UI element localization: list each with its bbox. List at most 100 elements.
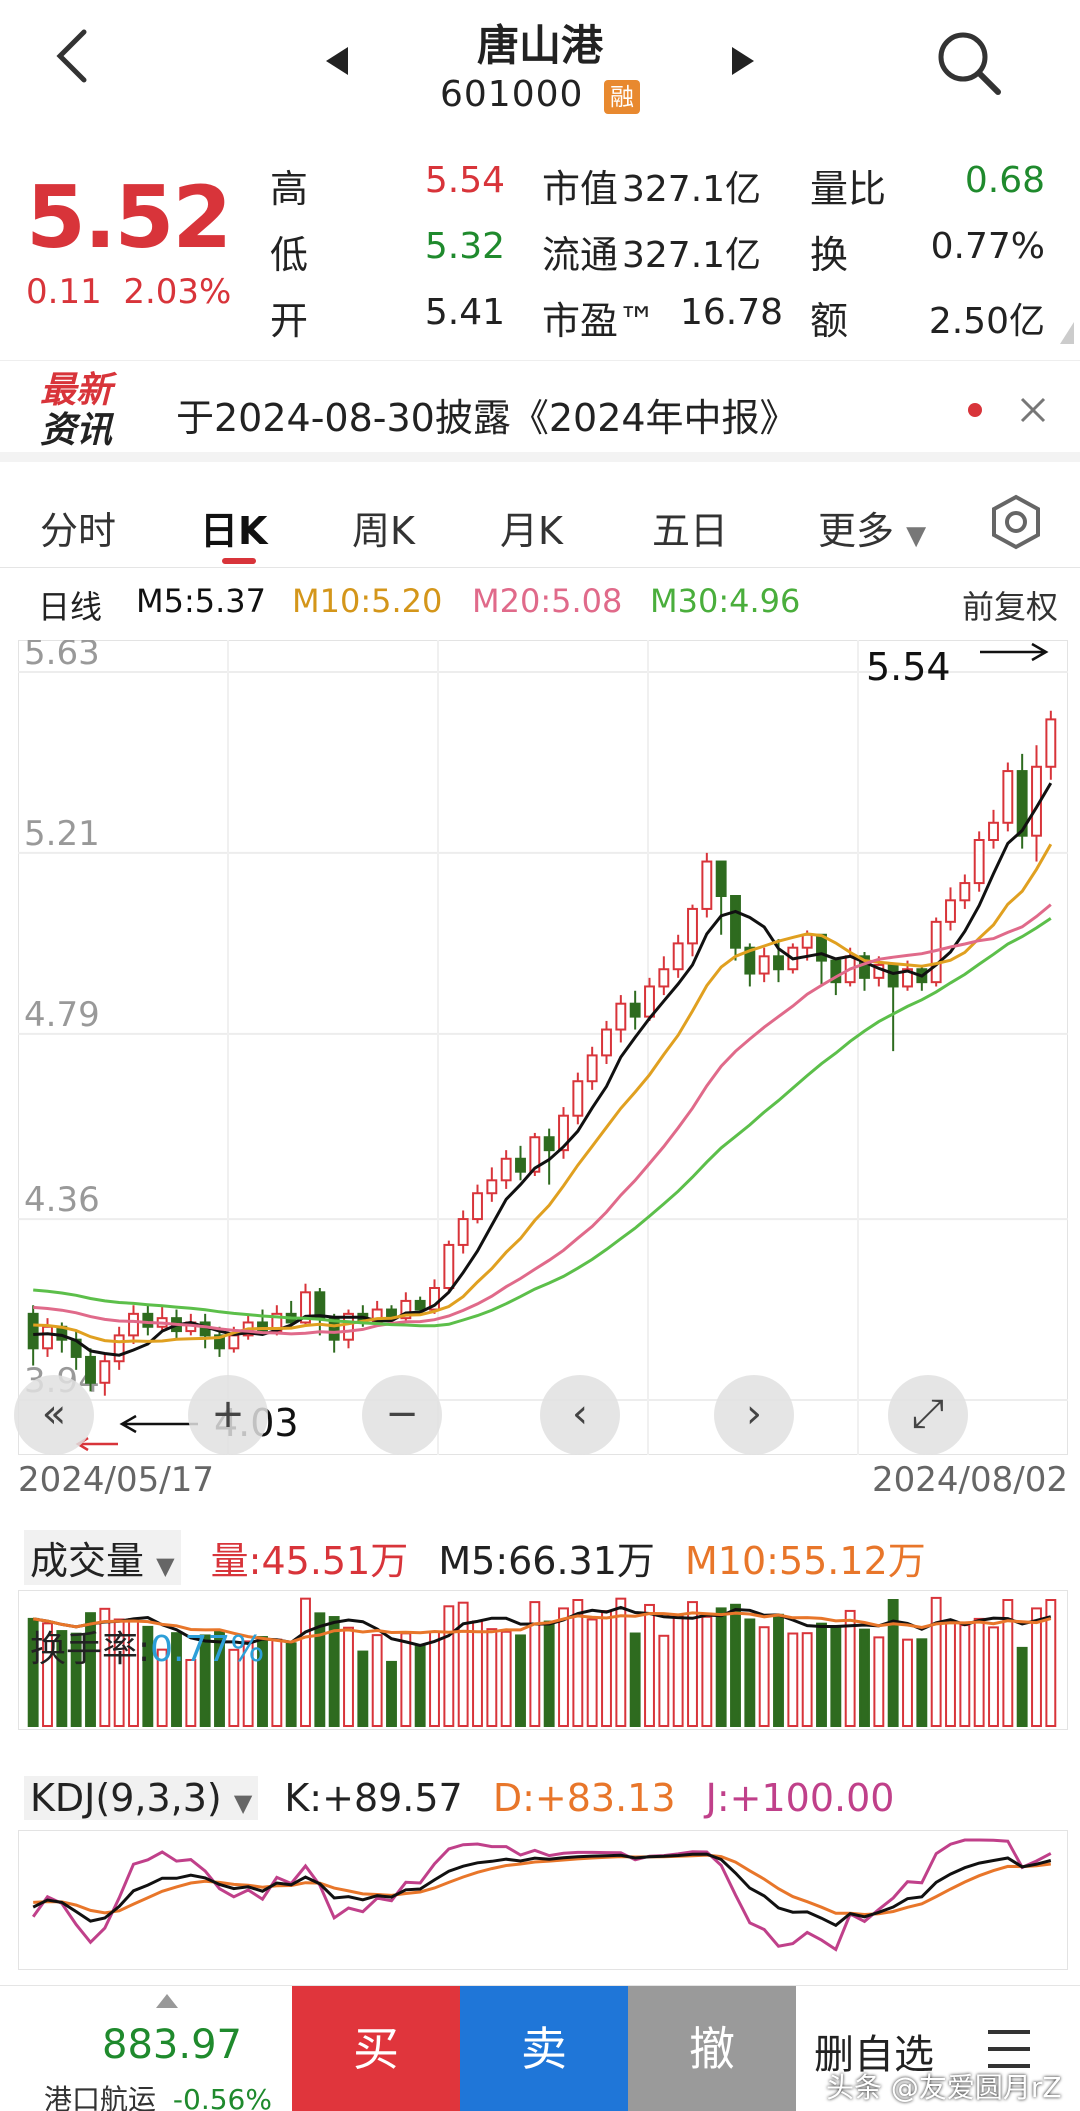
tab-weekly-k[interactable]: 周K [352, 500, 415, 555]
volume-bar [744, 1618, 756, 1727]
volume-bar [973, 1617, 985, 1727]
kdj-header: KDJ(9,3,3) ▼ K:+89.57 D:+83.13 J:+100.00 [24, 1776, 894, 1820]
volume-bar [801, 1632, 813, 1727]
expand-handle-icon[interactable] [1056, 318, 1076, 348]
volume-label: 成交量 [30, 1539, 145, 1583]
volume-bar [887, 1599, 899, 1727]
high-value: 5.54 [424, 160, 505, 201]
tab-monthly-k[interactable]: 月K [500, 500, 563, 555]
news-banner[interactable]: 最新 资讯 于2024-08-30披露《2024年中报》 [0, 360, 1080, 462]
zoom-in-button[interactable]: + [188, 1375, 268, 1455]
tab-more[interactable]: 更多 ▼ [818, 500, 926, 555]
volume-bar [1031, 1607, 1042, 1727]
volume-bar [558, 1607, 569, 1727]
close-icon[interactable] [1018, 395, 1048, 425]
cancel-order-button[interactable]: 撤 [628, 1986, 796, 2111]
candle-body [658, 968, 670, 988]
scroll-right-button[interactable]: › [714, 1375, 794, 1455]
candle-body [801, 933, 813, 949]
tab-daily-k[interactable]: 日K [200, 500, 267, 555]
back-arrow-icon[interactable] [48, 26, 98, 86]
tab-five-day[interactable]: 五日 [652, 500, 728, 555]
volume-m10: M10:55.12万 [685, 1539, 926, 1583]
candle-body [99, 1360, 111, 1384]
chevron-down-icon: ▼ [906, 521, 927, 551]
candle-body [85, 1355, 96, 1384]
sector-index-value[interactable]: 883.97 [102, 2022, 242, 2068]
volume-bar [271, 1638, 283, 1727]
volume-bar [572, 1599, 584, 1727]
watermark: 头条 @友爱圆月rZ [826, 2071, 1062, 2104]
candle-body [887, 963, 899, 988]
kdj-indicator-select[interactable]: KDJ(9,3,3) ▼ [24, 1776, 259, 1820]
volume-bar [443, 1605, 455, 1727]
fullscreen-button[interactable]: ⤢ [888, 1375, 968, 1455]
volume-bar [515, 1634, 526, 1727]
buy-button[interactable]: 买 [292, 1986, 460, 2111]
news-logo: 最新 资讯 [40, 371, 132, 451]
zoom-out-button[interactable]: − [362, 1375, 442, 1455]
active-tab-indicator [222, 558, 256, 564]
turnover-value: 0.77% [930, 226, 1045, 267]
x-start-date: 2024/05/17 [18, 1460, 214, 1500]
candle [973, 831, 985, 892]
candle-body [773, 955, 784, 971]
period-label: 日线 [38, 588, 103, 626]
volume-bar [529, 1601, 541, 1728]
scroll-left-button[interactable]: ‹ [540, 1375, 620, 1455]
volume-bar [543, 1620, 555, 1728]
volume-bar [988, 1626, 999, 1727]
top-header: 唐山港 601000 融 [0, 0, 1080, 150]
news-logo-top: 最新 [40, 370, 113, 411]
volume-bar [773, 1613, 784, 1728]
kdj-chart[interactable] [18, 1830, 1068, 1970]
next-stock-icon[interactable] [728, 44, 758, 78]
period-tabs: 分时 日K 周K 月K 五日 更多 ▼ [0, 472, 1080, 568]
candle-body [988, 821, 999, 841]
volume-bar [644, 1603, 655, 1727]
kline-chart[interactable]: 5.635.214.794.363.945.544.03 [18, 640, 1068, 1455]
chevron-down-icon: ▼ [233, 1789, 253, 1817]
volume-indicator-select[interactable]: 成交量 ▼ [24, 1530, 181, 1585]
search-icon[interactable] [934, 28, 1004, 98]
ma30-value: M30:4.96 [650, 582, 801, 620]
volume-bar [873, 1636, 885, 1728]
volume-bar [314, 1612, 326, 1727]
sector-index-info[interactable]: 港口航运 -0.56% [44, 2078, 272, 2111]
float-label: 流通 [542, 233, 619, 277]
y-tick-label: 5.21 [24, 814, 100, 854]
candle-body [586, 1054, 598, 1083]
volume-bar [429, 1630, 440, 1727]
candle-body [1045, 718, 1057, 768]
volratio-label: 量比 [810, 167, 887, 211]
stock-code: 601000 [440, 74, 584, 115]
change-amount: 0.11 [26, 272, 102, 312]
volume-bar [916, 1638, 928, 1728]
rewind-button[interactable]: « [14, 1375, 94, 1455]
volume-bar [715, 1607, 727, 1727]
volume-bar [601, 1610, 612, 1728]
sell-button[interactable]: 卖 [460, 1986, 628, 2111]
volume-bar [830, 1626, 842, 1727]
volume-value: 量:45.51万 [210, 1539, 409, 1583]
high-annotation: 5.54 [866, 645, 951, 689]
volume-bar [586, 1618, 598, 1727]
candle-body [414, 1299, 426, 1311]
turnover-rate-label: 换手率: [30, 1629, 151, 1670]
adjust-mode[interactable]: 前复权 [962, 582, 1058, 628]
settings-icon[interactable] [988, 494, 1044, 550]
open-value: 5.41 [424, 292, 505, 333]
volume-bar [328, 1616, 340, 1727]
kdj-j-value: J:+100.00 [705, 1776, 895, 1820]
amount-value: 2.50亿 [928, 301, 1045, 342]
candle [443, 1240, 455, 1293]
volume-bar [371, 1634, 383, 1727]
candle-body [27, 1312, 39, 1350]
pe-value: 16.78 [680, 292, 784, 333]
ma10-value: M10:5.20 [292, 582, 443, 620]
volume-bar [457, 1601, 469, 1727]
caret-up-icon [156, 1994, 178, 2008]
pe-label: 市盈™ [542, 299, 657, 343]
tab-intraday[interactable]: 分时 [40, 500, 116, 555]
unread-dot-icon [968, 403, 982, 417]
